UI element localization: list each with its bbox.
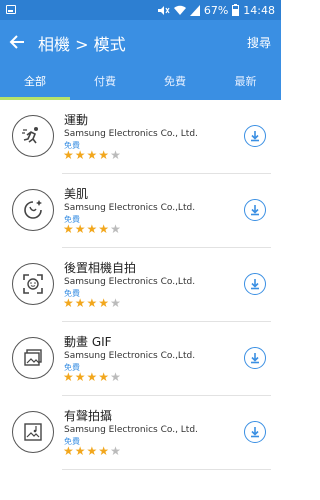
sports-icon (12, 115, 54, 157)
item-developer: Samsung Electronics Co.,Ltd. (64, 351, 196, 361)
star-icon: ★ (86, 444, 98, 458)
page-title: 相機 > 模式 (38, 35, 126, 54)
signal-icon (189, 4, 200, 16)
star-icon: ★ (110, 370, 121, 384)
mode-list: 運動 Samsung Electronics Co., Ltd. 免費 ★ ★ ★ ★… (0, 100, 281, 470)
download-icon (251, 205, 259, 216)
star-icon: ★ (63, 222, 74, 236)
tab-free[interactable]: 免費 (140, 64, 210, 100)
item-developer: Samsung Electronics Co.,Ltd. (64, 203, 196, 213)
star-icon: ★ (63, 148, 74, 162)
list-item[interactable]: 後置相機自拍 Samsung Electronics Co.,Ltd. 免費 ★… (0, 248, 281, 322)
star-icon: ★ (86, 148, 98, 162)
download-icon (251, 279, 259, 290)
item-developer: Samsung Electronics Co., Ltd. (64, 129, 198, 139)
star-icon: ★ (110, 296, 121, 310)
mute-icon (157, 5, 170, 15)
star-icon: ★ (86, 296, 98, 310)
item-name: 運動 (64, 113, 89, 127)
tab-paid[interactable]: 付費 (70, 64, 140, 100)
star-icon: ★ (74, 148, 86, 162)
tab-bar: 全部 付費 免費 最新 (0, 64, 281, 100)
star-icon: ★ (98, 222, 110, 236)
battery-percent: 67% (203, 3, 229, 17)
item-name: 後置相機自拍 (64, 261, 137, 275)
star-icon: ★ (98, 370, 110, 384)
download-icon (251, 353, 259, 364)
item-developer: Samsung Electronics Co.,Ltd. (64, 277, 196, 287)
rating-stars: ★ ★ ★ ★ ★ (63, 445, 121, 457)
star-icon: ★ (110, 222, 121, 236)
star-icon: ★ (98, 148, 110, 162)
star-icon: ★ (63, 444, 74, 458)
item-name: 動畫 GIF (64, 335, 112, 349)
download-icon (251, 427, 259, 438)
star-icon: ★ (86, 222, 98, 236)
list-item[interactable]: 美肌 Samsung Electronics Co.,Ltd. 免費 ★ ★ ★ ★ ★ (0, 174, 281, 248)
screenshot-icon (6, 5, 16, 14)
sound-shot-icon (12, 411, 54, 453)
tab-all[interactable]: 全部 (0, 64, 70, 100)
status-bar: 67% 14:48 (0, 0, 281, 20)
gif-icon (12, 337, 54, 379)
tab-newest[interactable]: 最新 (210, 64, 281, 100)
download-icon (251, 131, 259, 142)
star-icon: ★ (110, 148, 121, 162)
battery-icon (232, 4, 240, 16)
download-button[interactable] (244, 273, 266, 295)
star-icon: ★ (63, 296, 74, 310)
star-icon: ★ (74, 444, 86, 458)
rating-stars: ★ ★ ★ ★ ★ (63, 371, 121, 383)
item-name: 美肌 (64, 187, 89, 201)
download-button[interactable] (244, 199, 266, 221)
rating-stars: ★ ★ ★ ★ ★ (63, 297, 121, 309)
list-item[interactable]: 運動 Samsung Electronics Co., Ltd. 免費 ★ ★ ★ ★… (0, 100, 281, 174)
star-icon: ★ (63, 370, 74, 384)
back-arrow-icon[interactable] (8, 32, 28, 52)
clock: 14:48 (243, 3, 275, 17)
star-icon: ★ (74, 296, 86, 310)
divider (62, 469, 271, 470)
beauty-icon (12, 189, 54, 231)
star-icon: ★ (98, 444, 110, 458)
download-button[interactable] (244, 125, 266, 147)
list-item[interactable]: 有聲拍攝 Samsung Electronics Co., Ltd. 免費 ★ ★… (0, 396, 281, 470)
app-bar: 相機 > 模式 搜尋 (0, 20, 281, 64)
download-button[interactable] (244, 421, 266, 443)
star-icon: ★ (110, 444, 121, 458)
rating-stars: ★ ★ ★ ★ ★ (63, 149, 121, 161)
search-button[interactable]: 搜尋 (247, 34, 271, 51)
item-developer: Samsung Electronics Co., Ltd. (64, 425, 198, 435)
star-icon: ★ (74, 222, 86, 236)
star-icon: ★ (74, 370, 86, 384)
rear-selfie-icon (12, 263, 54, 305)
star-icon: ★ (86, 370, 98, 384)
list-item[interactable]: 動畫 GIF Samsung Electronics Co.,Ltd. 免費 ★… (0, 322, 281, 396)
rating-stars: ★ ★ ★ ★ ★ (63, 223, 121, 235)
wifi-icon (173, 5, 186, 15)
item-name: 有聲拍攝 (64, 409, 113, 423)
download-button[interactable] (244, 347, 266, 369)
star-icon: ★ (98, 296, 110, 310)
